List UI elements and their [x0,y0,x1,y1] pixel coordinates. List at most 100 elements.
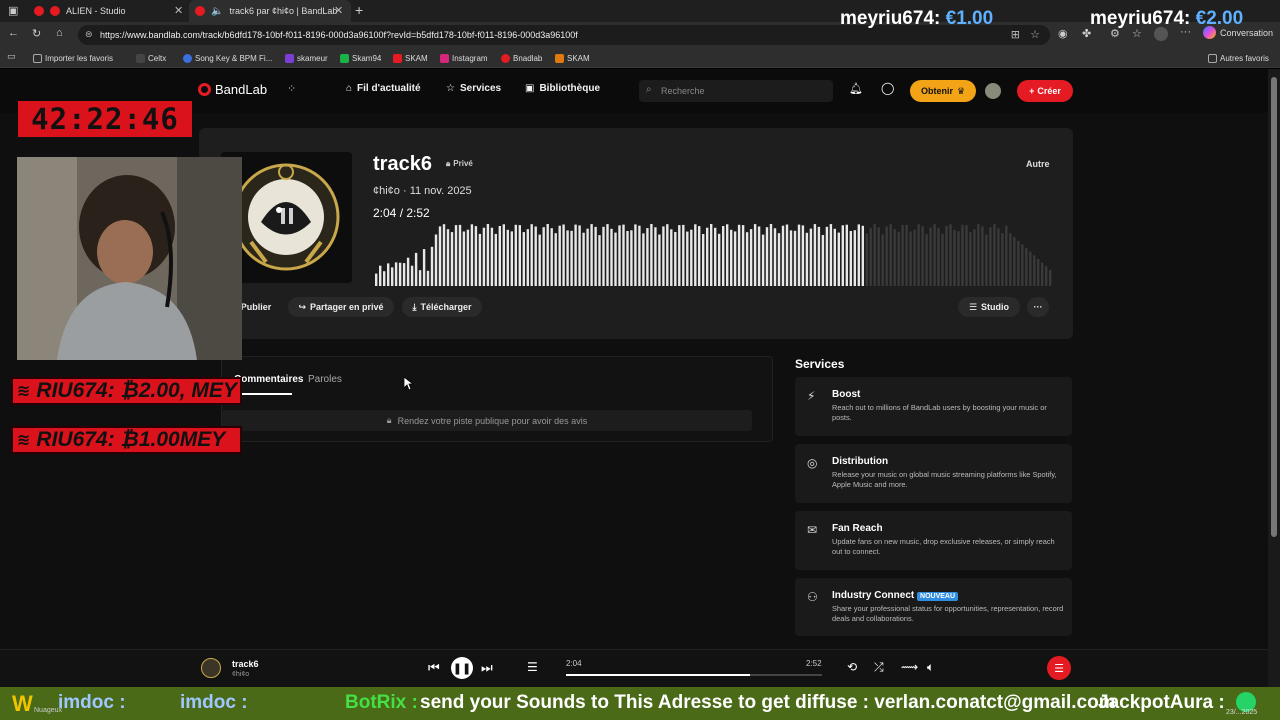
nav-library[interactable]: ▣ Bibliothèque [525,83,600,94]
bookmark-skameur[interactable]: skameur [285,51,328,65]
player-progress-bar[interactable] [566,674,822,676]
waveform-bar [387,263,390,286]
waveform-bar [949,224,952,286]
waveform-bar [518,225,521,286]
share-private-button[interactable]: ↪ Partager en privé [288,297,394,317]
waveform-bar [933,224,936,286]
more-options-button[interactable]: ··· [1027,297,1049,317]
publish-label: Publier [240,302,272,312]
instagram-icon [440,53,449,63]
studio-button[interactable]: ☰ Studio [958,297,1020,317]
waveform-bar [881,234,884,286]
download-button[interactable]: ⤓ Télécharger [402,297,482,317]
lock-icon: 🔒︎ [386,415,392,425]
reload-icon[interactable]: ↻ [32,27,41,40]
waveform[interactable] [375,224,1053,286]
back-icon[interactable]: ← [8,27,19,39]
home-icon: ⌂ [346,83,353,94]
scrollbar-thumb[interactable] [1271,77,1277,537]
waveform-bar [981,226,984,286]
waveform-bar [406,257,410,286]
tab-lyrics[interactable]: Paroles [308,374,342,385]
messages-icon[interactable]: ◯ [881,81,894,95]
pause-icon: ❚❚ [452,662,472,675]
bookmark-other-favorites[interactable]: Autres favoris [1208,51,1269,65]
bandlab-logo[interactable]: BandLab [198,82,267,97]
waveform-bar [789,230,793,286]
ticker-date: 23/...2025 [1226,709,1258,716]
bookmark-skam-2[interactable]: SKAM [555,51,590,65]
no-loop-icon[interactable]: ⟿ [901,660,918,674]
nav-label: Services [459,83,502,94]
previous-icon[interactable]: ⏮︎ [428,660,440,676]
download-label: Télécharger [420,302,472,312]
service-industry-connect[interactable]: ⚇ Industry Connect NOUVEAU Share your pr… [795,578,1072,636]
service-title: Fan Reach [832,523,883,534]
tab-comments[interactable]: Commentaires [234,374,303,385]
distribution-icon: ◎ [807,456,818,470]
obtenir-button[interactable]: Obtenir ♛ [910,80,976,102]
sidebar-toggle-icon[interactable]: ▭ [7,51,16,62]
waveform-bar [434,234,438,286]
waveform-bar [510,231,513,286]
tab-label: Paroles [308,374,342,385]
waveform-bar [626,231,629,286]
queue-icon[interactable]: ☰ [527,660,538,674]
stream-timer: 42:22:46 [18,101,192,137]
service-fan-reach[interactable]: ✉ Fan Reach Update fans on new music, dr… [795,511,1072,570]
tab-close-icon[interactable]: ✕ [174,4,183,17]
bookmark-import[interactable]: Importer les favoris [33,51,113,65]
apps-grid-icon[interactable]: ⁘ [287,82,296,95]
top-donor-amount: €2.00 [1195,8,1244,29]
waveform-bar [809,228,813,286]
nav-feed[interactable]: ⌂ Fil d'actualité [346,83,421,94]
new-tab-icon[interactable]: + [355,2,363,18]
bookmark-skam[interactable]: SKAM [393,51,428,65]
nav-services[interactable]: ☆ Services [446,83,501,94]
bookmark-bandlab[interactable]: Bnadlab [501,51,542,65]
waveform-bar [682,224,685,286]
create-button[interactable]: + Créer [1017,80,1073,102]
crown-icon: ♛ [956,85,966,96]
waveform-bar [1041,262,1044,286]
waveform-bar [905,224,908,286]
waveform-bar [391,267,394,286]
search-input[interactable]: ⌕ Recherche [639,80,833,102]
chat-ticker: W Nuageux imdoc : imdoc : BotRix : send … [0,687,1280,720]
service-distribution[interactable]: ◎ Distribution Release your music on glo… [795,444,1072,503]
waveform-bar [941,233,944,286]
player-title[interactable]: track6 [232,659,259,669]
extension-icon[interactable]: ◉ [1058,27,1068,40]
volume-icon[interactable]: 🔈︎ [927,660,934,675]
queue-list-button[interactable]: ☰ [1047,656,1071,680]
user-avatar[interactable] [985,83,1001,99]
bookmark-skam94[interactable]: Skam94 [340,51,381,65]
waveform-bar [825,226,829,286]
waveform-bar [973,229,976,286]
favorite-star-icon[interactable]: ☆ [1030,28,1040,41]
app-available-icon[interactable]: ⊞ [1011,28,1020,41]
player-artist[interactable]: ¢hi¢o [232,671,249,678]
tab-track6[interactable]: 🔈 track6 par ¢hi¢o | BandLab [189,0,351,22]
player-cover[interactable] [201,658,221,678]
library-icon: ▣ [525,83,535,94]
service-boost[interactable]: ⚡︎ Boost Reach out to millions of BandLa… [795,377,1072,436]
waveform-bar [542,227,545,286]
tab-actions-icon[interactable]: ▣ [8,4,18,17]
waveform-bar [622,224,625,286]
bookmark-celtx[interactable]: Celtx [136,51,166,65]
page-scrollbar[interactable] [1268,69,1280,687]
pause-button[interactable]: ❚❚ [451,657,473,679]
tab-alien-studio[interactable]: ALIEN - Studio [28,0,190,22]
repeat-icon[interactable]: ⟲ [847,660,857,674]
home-icon[interactable]: ⌂ [56,27,63,39]
shuffle-icon[interactable]: ⤮ [874,660,884,675]
notification-bell-icon[interactable]: 🔔︎ [849,82,863,95]
next-icon[interactable]: ⏭︎ [481,660,493,676]
star-icon: ☆ [446,83,455,94]
bookmark-instagram[interactable]: Instagram [440,51,488,65]
waveform-bar [925,234,928,286]
bookmark-songkey[interactable]: Song Key & BPM Fi... [183,51,272,65]
share-label: Partager en privé [310,302,384,312]
tab-close-icon[interactable]: ✕ [334,4,343,17]
